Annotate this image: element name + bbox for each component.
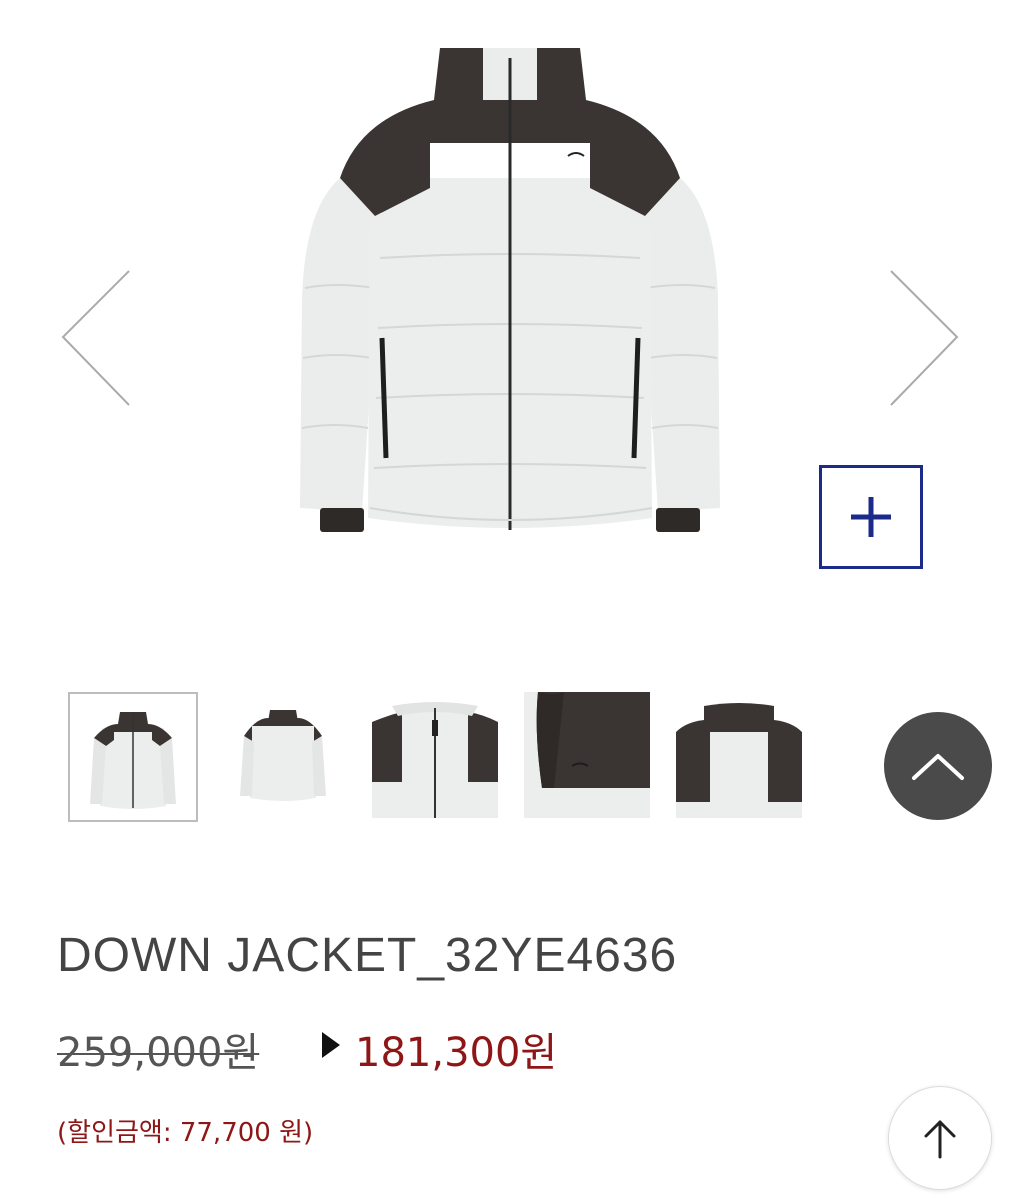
thumbnail-image (372, 692, 498, 818)
product-gallery (0, 0, 1020, 660)
product-main-image (300, 48, 720, 532)
arrow-up-icon (924, 1120, 956, 1159)
chevron-left-icon[interactable] (55, 265, 135, 415)
caret-right-icon (322, 1032, 340, 1058)
thumbnail-2[interactable] (220, 692, 350, 822)
thumbnail-5[interactable] (676, 692, 806, 822)
thumbnail-3[interactable] (372, 692, 502, 822)
original-price: 259,000원 (57, 1030, 260, 1076)
thumbnail-image (90, 712, 176, 809)
thumbnail-image (676, 692, 802, 818)
thumbnail-image (524, 692, 650, 818)
thumbnail-4[interactable] (524, 692, 654, 822)
zoom-button[interactable] (819, 465, 923, 569)
sale-price: 181,300원 (355, 1030, 558, 1076)
thumbnail-1[interactable] (68, 692, 198, 822)
thumbnail-image (240, 710, 326, 801)
plus-icon (851, 497, 891, 537)
scroll-up-button[interactable] (884, 712, 992, 820)
chevron-up-icon (912, 754, 964, 780)
discount-amount: (할인금액: 77,700 원) (57, 1118, 314, 1148)
back-to-top-button[interactable] (888, 1086, 992, 1190)
chevron-right-icon[interactable] (885, 265, 965, 415)
product-title: DOWN JACKET_32YE4636 (57, 929, 678, 982)
